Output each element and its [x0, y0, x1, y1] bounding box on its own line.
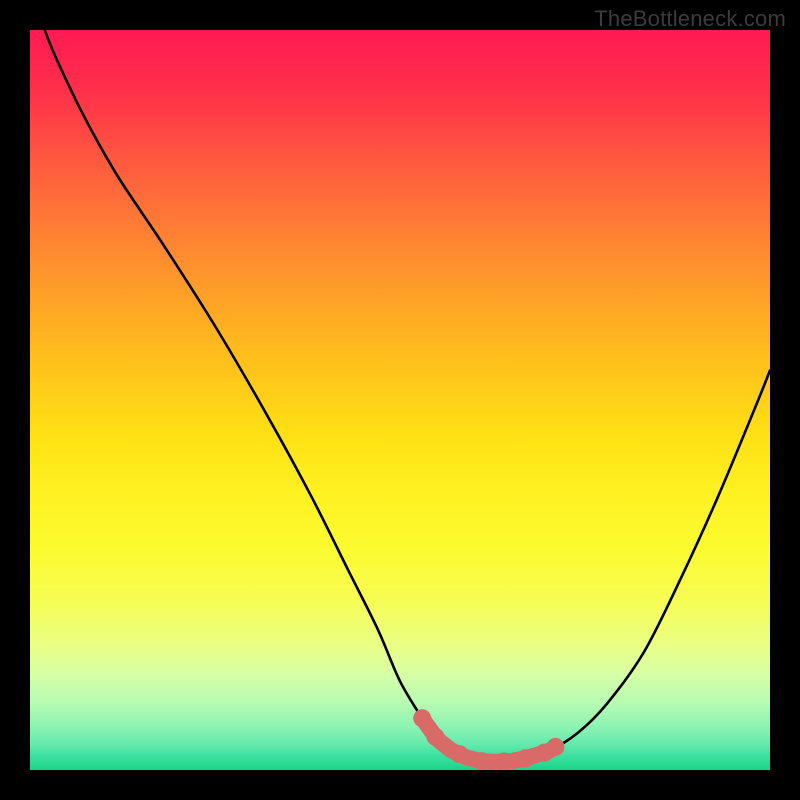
highlight-dot [450, 745, 468, 763]
plot-area [30, 30, 770, 770]
highlight-dot [413, 709, 431, 727]
curve-svg [30, 30, 770, 770]
highlight-dot [427, 728, 445, 746]
highlight-dot [546, 738, 564, 756]
chart-frame: TheBottleneck.com [0, 0, 800, 800]
highlight-dots [413, 709, 564, 770]
bottleneck-curve [30, 30, 770, 762]
highlight-dot [472, 752, 490, 770]
highlight-dot [517, 749, 535, 767]
highlight-dot [495, 752, 513, 770]
watermark-text: TheBottleneck.com [594, 6, 786, 32]
